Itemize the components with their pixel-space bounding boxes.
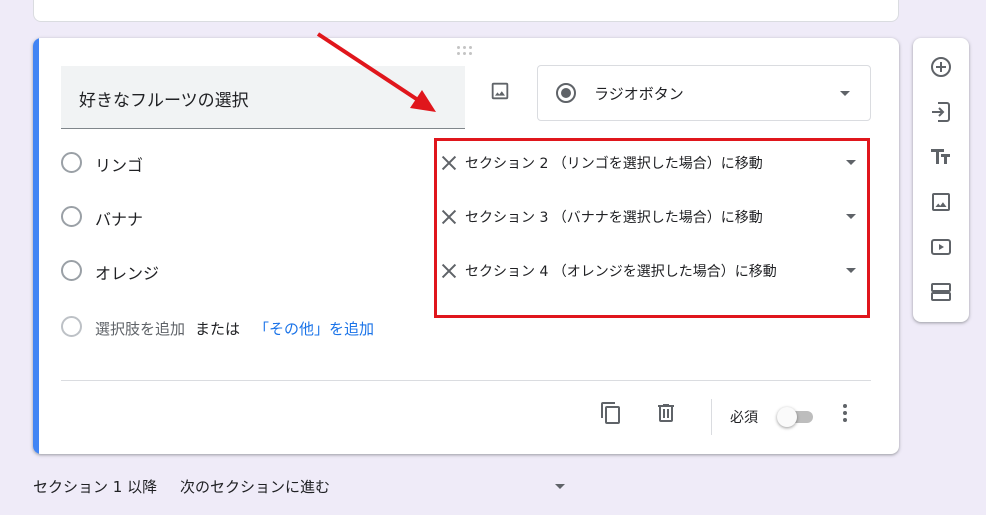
import-questions-icon[interactable] — [929, 100, 953, 124]
remove-option-icon[interactable] — [438, 260, 460, 282]
after-section-navigation[interactable]: セクション 1 以降 次のセクションに進む — [33, 476, 573, 498]
add-question-icon[interactable] — [929, 55, 953, 79]
required-label: 必須 — [730, 410, 758, 426]
add-image-icon[interactable] — [487, 78, 513, 104]
go-to-section-label: セクション 3 （バナナを選択した場合）に移動 — [465, 210, 763, 226]
option-row-1[interactable]: リンゴ — [61, 150, 457, 176]
chevron-down-icon — [846, 268, 856, 273]
footer-separator — [711, 399, 712, 435]
question-card[interactable]: 好きなフルーツの選択 ラジオボタン リンゴ セクション 2 （リンゴを選択した場… — [33, 38, 899, 454]
add-option-row[interactable]: 選択肢を追加 または 「その他」を追加 — [61, 314, 461, 340]
chevron-down-icon — [846, 214, 856, 219]
option-label[interactable]: オレンジ — [95, 260, 159, 284]
add-section-icon[interactable] — [929, 280, 953, 304]
go-to-section-dropdown-1[interactable]: セクション 2 （リンゴを選択した場合）に移動 — [463, 147, 858, 177]
side-toolbar — [913, 38, 969, 322]
duplicate-icon[interactable] — [599, 401, 623, 425]
drag-handle-icon[interactable] — [457, 46, 475, 56]
radio-button-icon — [556, 83, 576, 103]
question-title-field[interactable]: 好きなフルーツの選択 — [61, 66, 465, 129]
option-row-2[interactable]: バナナ — [61, 204, 457, 230]
more-vert-icon[interactable] — [833, 401, 857, 425]
go-to-section-dropdown-3[interactable]: セクション 4 （オレンジを選択した場合）に移動 — [463, 255, 858, 285]
option-label[interactable]: リンゴ — [95, 152, 143, 176]
add-option-link[interactable]: 選択肢を追加 — [95, 318, 185, 339]
add-title-icon[interactable] — [929, 145, 953, 169]
go-to-section-label: セクション 4 （オレンジを選択した場合）に移動 — [465, 264, 777, 280]
radio-circle-icon — [61, 152, 82, 173]
required-toggle[interactable] — [777, 407, 815, 427]
chevron-down-icon[interactable] — [555, 484, 565, 489]
remove-option-icon[interactable] — [438, 152, 460, 174]
option-label[interactable]: バナナ — [95, 206, 143, 230]
footer-divider — [61, 380, 871, 381]
add-image-icon[interactable] — [929, 190, 953, 214]
question-title-text: 好きなフルーツの選択 — [79, 91, 249, 111]
go-to-section-dropdown-2[interactable]: セクション 3 （バナナを選択した場合）に移動 — [463, 201, 858, 231]
or-text: または — [195, 320, 241, 338]
radio-circle-icon — [61, 206, 82, 227]
add-other-link[interactable]: 「その他」を追加 — [254, 318, 374, 339]
after-section-value[interactable]: 次のセクションに進む — [180, 476, 330, 497]
remove-option-icon[interactable] — [438, 206, 460, 228]
question-type-dropdown[interactable]: ラジオボタン — [537, 65, 871, 121]
add-video-icon[interactable] — [929, 235, 953, 259]
radio-circle-icon — [61, 316, 82, 337]
radio-circle-icon — [61, 260, 82, 281]
previous-card — [33, 0, 899, 22]
question-type-label: ラジオボタン — [594, 85, 684, 103]
delete-icon[interactable] — [654, 401, 678, 425]
after-section-label: セクション 1 以降 — [33, 478, 158, 496]
chevron-down-icon — [846, 160, 856, 165]
go-to-section-label: セクション 2 （リンゴを選択した場合）に移動 — [465, 156, 763, 172]
active-card-indicator — [33, 38, 39, 454]
chevron-down-icon — [840, 91, 850, 96]
option-row-3[interactable]: オレンジ — [61, 258, 457, 284]
